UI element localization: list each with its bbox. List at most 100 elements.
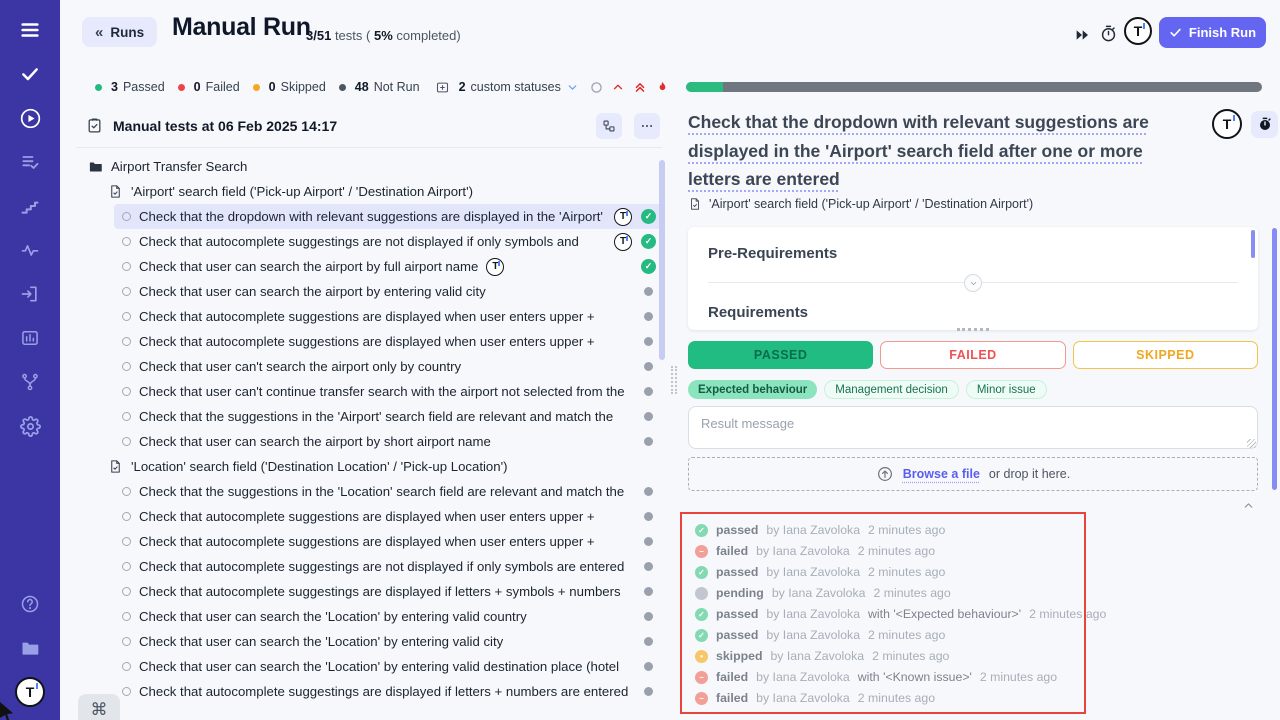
- folder-row[interactable]: Airport Transfer Search: [88, 154, 662, 179]
- tree-label: Airport Transfer Search: [111, 159, 247, 174]
- finish-run-label: Finish Run: [1189, 25, 1256, 40]
- main-area: « Runs Manual Run 3/51 tests ( 5% comple…: [60, 0, 1280, 720]
- test-row[interactable]: Check that autocomplete suggestions are …: [114, 304, 662, 329]
- automated-badge-icon: T: [614, 233, 632, 251]
- card-resize-handle[interactable]: [957, 328, 989, 331]
- custom-statuses-chevron-icon[interactable]: [566, 81, 579, 94]
- sidebar-item-logo[interactable]: T: [14, 676, 46, 708]
- sidebar-item-pulse[interactable]: [14, 234, 46, 266]
- test-row[interactable]: Check that autocomplete suggestions are …: [114, 504, 662, 529]
- detail-scrollbar[interactable]: [1272, 228, 1277, 490]
- priority-normal-filter-icon[interactable]: [590, 81, 603, 94]
- chev-up-icon: [1242, 499, 1255, 512]
- test-row[interactable]: Check that user can't continue transfer …: [114, 379, 662, 404]
- sidebar-item-projects[interactable]: [14, 632, 46, 664]
- skipped-dot-icon: [253, 84, 260, 91]
- circle-o-icon: [590, 81, 603, 94]
- timer-icon: [1099, 24, 1118, 43]
- priority-higher-filter-icon[interactable]: [633, 80, 647, 94]
- chart-icon: [20, 328, 40, 348]
- tree-label: Check that autocomplete suggestings are …: [139, 559, 624, 574]
- sidebar-item-import[interactable]: [14, 278, 46, 310]
- test-row[interactable]: Check that autocomplete suggestings are …: [114, 554, 662, 579]
- suite-row[interactable]: 'Airport' search field ('Pick-up Airport…: [108, 179, 662, 204]
- card-scrollbar[interactable]: [1251, 230, 1255, 258]
- sidebar-item-menu[interactable]: [14, 14, 46, 46]
- test-row[interactable]: Check that user can search the 'Location…: [114, 629, 662, 654]
- browse-file-link[interactable]: Browse a file: [903, 467, 980, 481]
- sidebar-item-settings[interactable]: [14, 410, 46, 442]
- finish-run-button[interactable]: Finish Run: [1159, 17, 1266, 48]
- test-row[interactable]: Check that user can search the 'Location…: [114, 604, 662, 629]
- test-row[interactable]: Check that the suggestions in the 'Locat…: [114, 479, 662, 504]
- status-notrun-icon: [644, 362, 653, 371]
- tree-label: Check that user can't search the airport…: [139, 359, 461, 374]
- test-row[interactable]: Check that autocomplete suggestings are …: [114, 579, 662, 604]
- test-row[interactable]: Check that autocomplete suggestings are …: [114, 229, 662, 254]
- status-notrun-icon: [644, 587, 653, 596]
- tag-expected-behaviour[interactable]: Expected behaviour: [688, 380, 817, 399]
- back-to-runs-button[interactable]: « Runs: [82, 17, 157, 47]
- sidebar-item-steps[interactable]: [14, 190, 46, 222]
- import-icon: [20, 284, 40, 304]
- gear-icon: [20, 416, 41, 437]
- test-breadcrumb: 'Airport' search field ('Pick-up Airport…: [688, 197, 1033, 211]
- test-row[interactable]: Check that autocomplete suggestings are …: [114, 679, 662, 704]
- sidebar-item-test-plans[interactable]: [14, 146, 46, 178]
- priority-high-filter-icon[interactable]: [611, 80, 625, 94]
- tree-view-button[interactable]: [596, 113, 622, 139]
- sidebar-item-help[interactable]: [14, 588, 46, 620]
- history-entry: −failed by Iana Zavoloka 2 minutes ago: [695, 691, 1074, 705]
- test-bullet-icon: [122, 337, 131, 346]
- sidebar: T: [0, 0, 60, 720]
- sidebar-item-runs[interactable]: [14, 102, 46, 134]
- status-notrun-icon: [644, 387, 653, 396]
- failed-button[interactable]: FAILED: [880, 341, 1065, 369]
- test-row[interactable]: Check that user can't search the airport…: [114, 354, 662, 379]
- pre-requirements-heading: Pre-Requirements: [708, 245, 837, 262]
- tag-management-decision[interactable]: Management decision: [824, 380, 959, 399]
- test-bullet-icon: [122, 362, 131, 371]
- test-row[interactable]: Check that the suggestions in the 'Airpo…: [114, 404, 662, 429]
- passed-button[interactable]: PASSED: [688, 341, 873, 369]
- sidebar-item-analytics[interactable]: [14, 322, 46, 354]
- sidebar-item-tests[interactable]: [14, 58, 46, 90]
- test-title[interactable]: Check that the dropdown with relevant su…: [688, 108, 1168, 194]
- file-icon: [108, 184, 123, 199]
- automated-badge-icon: T: [614, 208, 632, 226]
- priority-critical-filter-icon[interactable]: [655, 80, 670, 95]
- panel-resize-handle[interactable]: [671, 366, 677, 394]
- play-icon: [19, 107, 42, 130]
- tree-label: Check that autocomplete suggestions are …: [139, 334, 595, 349]
- tag-minor-issue[interactable]: Minor issue: [966, 380, 1047, 399]
- upload-icon: [876, 465, 894, 483]
- test-row[interactable]: Check that autocomplete suggestions are …: [114, 529, 662, 554]
- test-timer-button[interactable]: [1251, 111, 1278, 138]
- test-row[interactable]: Check that user can search the airport b…: [114, 279, 662, 304]
- result-history-annotation-box: ✓passed by Iana Zavoloka 2 minutes ago−f…: [680, 512, 1086, 714]
- clipboard-icon: [86, 117, 103, 134]
- file-dropzone[interactable]: Browse a file or drop it here.: [688, 457, 1258, 491]
- result-message-input[interactable]: [688, 406, 1258, 449]
- test-row[interactable]: Check that the dropdown with relevant su…: [114, 204, 662, 229]
- test-row[interactable]: Check that user can search the airport b…: [114, 254, 662, 279]
- run-statusbar: 3Passed 0Failed 0Skipped 48Not Run 2cust…: [95, 79, 1262, 95]
- skipped-button[interactable]: SKIPPED: [1073, 341, 1258, 369]
- keyboard-shortcuts-button[interactable]: ⌘: [78, 694, 120, 720]
- test-row[interactable]: Check that user can search the 'Location…: [114, 654, 662, 679]
- tree-more-button[interactable]: [634, 113, 660, 139]
- collapse-section-button[interactable]: [964, 274, 982, 292]
- collapse-history-button[interactable]: [1242, 499, 1255, 512]
- tree-scrollbar[interactable]: [659, 160, 665, 360]
- sidebar-item-branches[interactable]: [14, 366, 46, 398]
- test-row[interactable]: Check that autocomplete suggestions are …: [114, 329, 662, 354]
- fast-forward-button[interactable]: [1074, 27, 1090, 48]
- test-row[interactable]: Check that user can search the airport b…: [114, 429, 662, 454]
- testomat-logo: T: [1124, 17, 1152, 45]
- timer-button[interactable]: [1099, 24, 1118, 48]
- suite-row[interactable]: 'Location' search field ('Destination Lo…: [108, 454, 662, 479]
- history-passed-icon: ✓: [695, 629, 708, 642]
- test-bullet-icon: [122, 537, 131, 546]
- textarea-resize-grip[interactable]: [1247, 439, 1256, 448]
- sidebar-nav-top: [14, 14, 46, 442]
